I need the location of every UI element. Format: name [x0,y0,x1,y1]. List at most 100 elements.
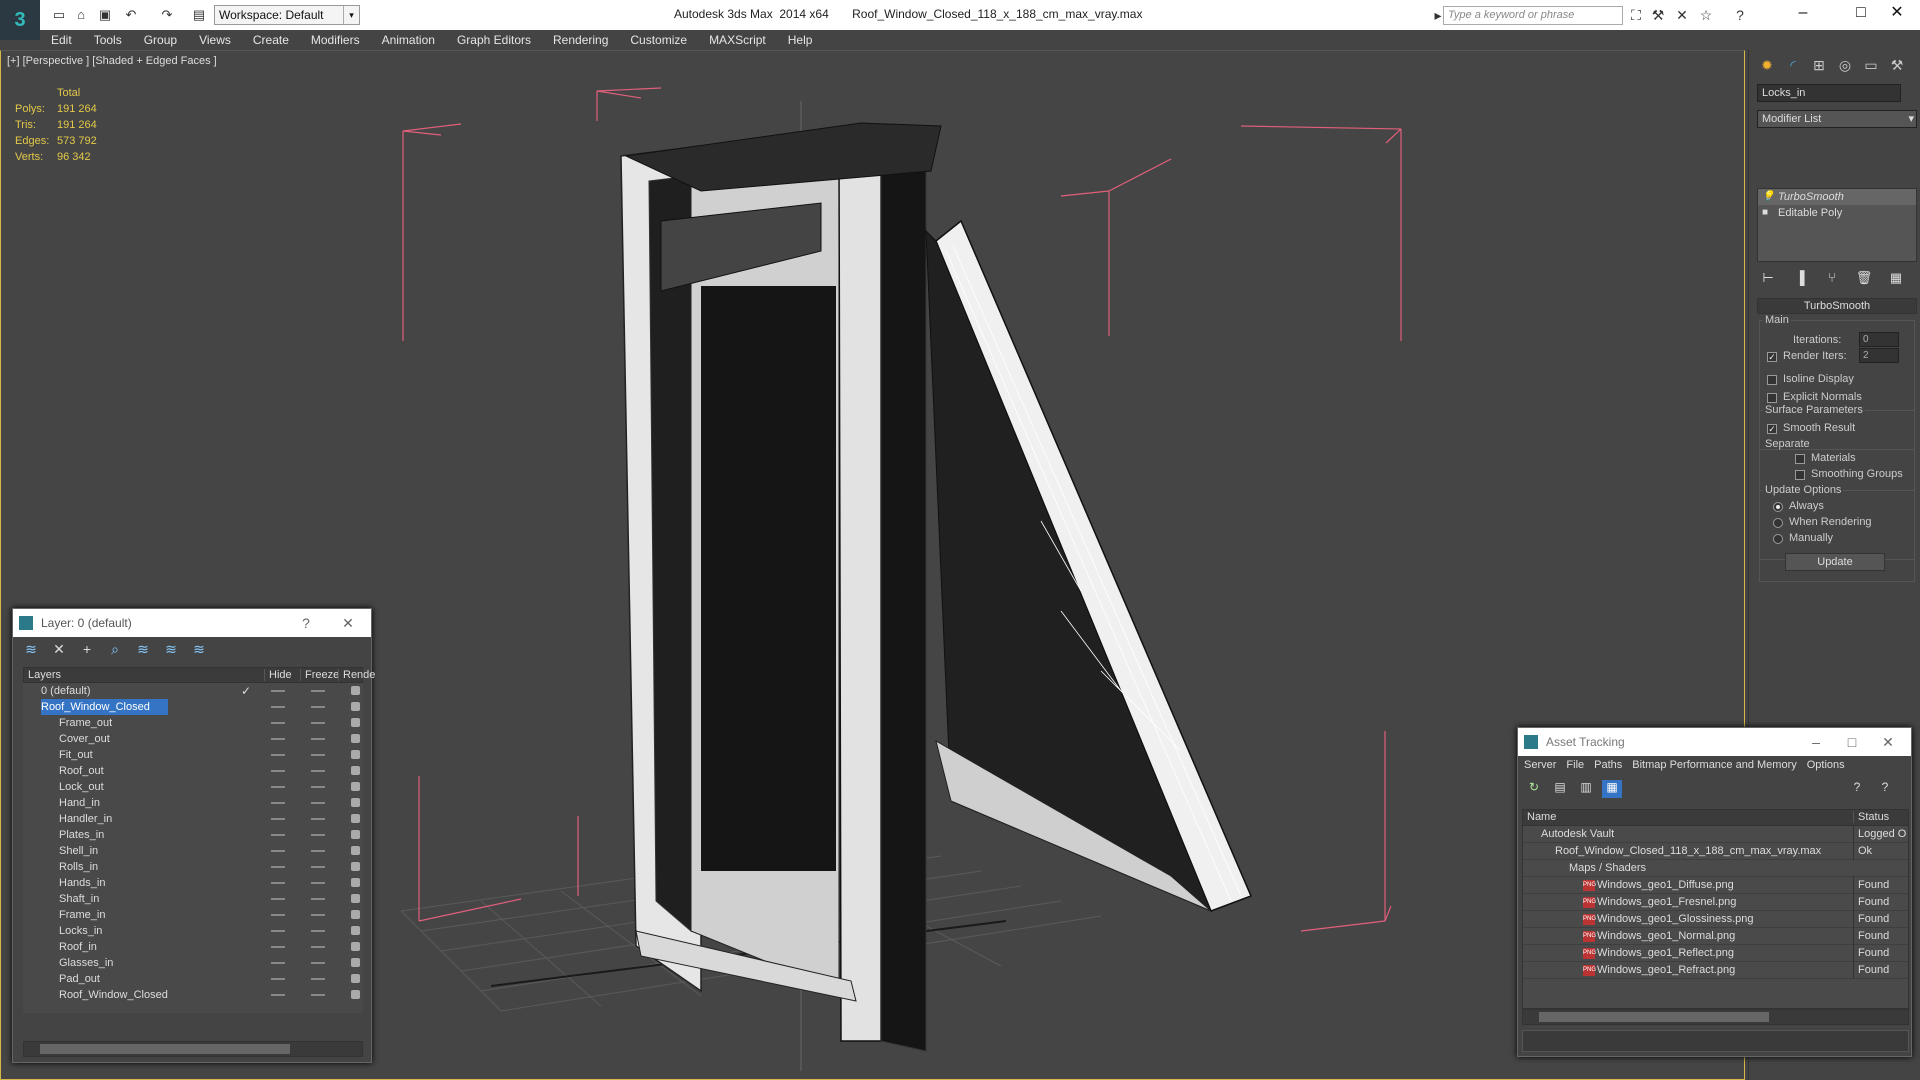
manually-radio[interactable] [1773,534,1783,544]
menu-group[interactable]: Group [133,30,188,50]
render-toggle-icon[interactable] [351,718,360,727]
help-icon[interactable]: ? [291,609,321,637]
layer-row[interactable]: Shell_in [23,843,363,859]
menu-animation[interactable]: Animation [371,30,446,50]
redo-icon[interactable]: ↷ [158,7,176,23]
layer-row[interactable]: Roof_out [23,763,363,779]
freeze-toggle[interactable] [311,786,325,788]
pin-stack-icon[interactable]: ⊢ [1757,270,1779,288]
tree-view-icon[interactable]: ▥ [1576,780,1596,798]
freeze-all-icon[interactable]: ≋ [189,641,209,658]
menu-modifiers[interactable]: Modifiers [300,30,371,50]
asset-row[interactable]: PNGWindows_geo1_Normal.png Found [1523,928,1908,945]
freeze-toggle[interactable] [311,850,325,852]
freeze-toggle[interactable] [311,754,325,756]
menu-maxscript[interactable]: MAXScript [698,30,777,50]
layer-name[interactable]: 0 (default) [41,683,91,699]
new-file-icon[interactable]: ▭ [50,7,68,23]
layer-row[interactable]: Frame_in [23,907,363,923]
asset-row[interactable]: PNGWindows_geo1_Reflect.png Found [1523,945,1908,962]
modify-tab-icon[interactable]: ◜ [1781,54,1805,76]
asset-row[interactable]: Maps / Shaders [1523,860,1908,877]
col-hide[interactable]: Hide [264,669,292,681]
hide-toggle[interactable] [271,962,285,964]
subscription-icon[interactable]: ⚒ [1648,5,1668,25]
when-rendering-radio[interactable] [1773,518,1783,528]
hide-toggle[interactable] [271,946,285,948]
asset-menu-file[interactable]: File [1566,759,1584,771]
menu-customize[interactable]: Customize [619,30,698,50]
object-name-field[interactable]: Locks_in [1757,84,1901,102]
menu-help[interactable]: Help [777,30,824,50]
layer-row[interactable]: Roof_Window_Closed [23,699,363,715]
col-freeze[interactable]: Freeze [300,669,339,681]
layer-row[interactable]: Roof_Window_Closed [23,987,363,1003]
asset-menu-server[interactable]: Server [1524,759,1556,771]
layer-row[interactable]: Hands_in [23,875,363,891]
materials-checkbox[interactable] [1795,454,1805,464]
col-name[interactable]: Name [1527,811,1556,823]
asset-row[interactable]: PNGWindows_geo1_Refract.png Found [1523,962,1908,979]
asset-horizontal-scrollbar[interactable] [1522,1009,1909,1025]
col-layers[interactable]: Layers [28,669,61,681]
project-folder-icon[interactable]: ▤ [190,7,208,23]
app-logo-icon[interactable]: 3 [0,0,40,40]
favorites-star-icon[interactable]: ☆ [1696,5,1716,25]
render-toggle-icon[interactable] [351,910,360,919]
layer-row[interactable]: Fit_out [23,747,363,763]
modifier-list-dropdown[interactable]: Modifier List ▾ [1757,110,1917,128]
render-toggle-icon[interactable] [351,974,360,983]
render-toggle-icon[interactable] [351,734,360,743]
close-icon[interactable]: ✕ [1874,0,1920,26]
current-layer-check-icon[interactable]: ✓ [241,683,251,699]
render-toggle-icon[interactable] [351,958,360,967]
layer-name[interactable]: Frame_in [59,907,105,923]
layer-row[interactable]: Frame_out [23,715,363,731]
freeze-toggle[interactable] [311,978,325,980]
render-toggle-icon[interactable] [351,862,360,871]
expand-icon[interactable]: ■ [1762,205,1774,221]
col-status[interactable]: Status [1853,811,1889,823]
scrollbar-thumb[interactable] [40,1044,290,1054]
menu-graph-editors[interactable]: Graph Editors [446,30,542,50]
list-view-icon[interactable]: ▤ [1550,780,1570,798]
delete-layer-icon[interactable]: ✕ [49,641,69,658]
highlight-layer-icon[interactable]: ≋ [133,641,153,658]
hide-toggle[interactable] [271,882,285,884]
freeze-toggle[interactable] [311,946,325,948]
hide-toggle[interactable] [271,898,285,900]
layer-row[interactable]: Roof_in [23,939,363,955]
asset-menu-bitmap[interactable]: Bitmap Performance and Memory [1632,759,1796,771]
add-to-layer-icon[interactable]: + [77,641,97,657]
turbosmooth-rollout-header[interactable]: TurboSmooth [1757,298,1917,314]
smoothing-groups-checkbox[interactable] [1795,470,1805,480]
smooth-result-checkbox[interactable]: ✓ [1767,424,1777,434]
render-toggle-icon[interactable] [351,926,360,935]
freeze-toggle[interactable] [311,834,325,836]
open-file-icon[interactable]: ⌂ [72,7,90,23]
hide-toggle[interactable] [271,978,285,980]
render-iters-checkbox[interactable]: ✓ [1767,352,1777,362]
configure-sets-icon[interactable]: ▦ [1885,270,1907,288]
layer-row[interactable]: Locks_in [23,923,363,939]
freeze-toggle[interactable] [311,818,325,820]
binoculars-icon[interactable]: ⛶ [1626,5,1646,25]
explicit-normals-checkbox[interactable] [1767,393,1777,403]
maximize-icon[interactable]: □ [1837,728,1867,756]
close-icon[interactable]: ✕ [333,609,363,637]
asset-row[interactable]: PNGWindows_geo1_Glossiness.png Found [1523,911,1908,928]
render-toggle-icon[interactable] [351,846,360,855]
layer-name[interactable]: Fit_out [59,747,93,763]
isoline-checkbox[interactable] [1767,375,1777,385]
vault-help-icon[interactable]: ? [1847,780,1867,798]
undo-icon[interactable]: ↶ [122,7,140,23]
minimize-icon[interactable]: – [1801,728,1831,756]
render-toggle-icon[interactable] [351,702,360,711]
render-toggle-icon[interactable] [351,766,360,775]
layer-name[interactable]: Lock_out [59,779,104,795]
scrollbar-thumb[interactable] [1539,1012,1769,1022]
iterations-spinner[interactable]: 0 [1859,332,1899,347]
hide-toggle[interactable] [271,818,285,820]
hide-toggle[interactable] [271,834,285,836]
layer-name[interactable]: Roof_Window_Closed [41,699,168,715]
